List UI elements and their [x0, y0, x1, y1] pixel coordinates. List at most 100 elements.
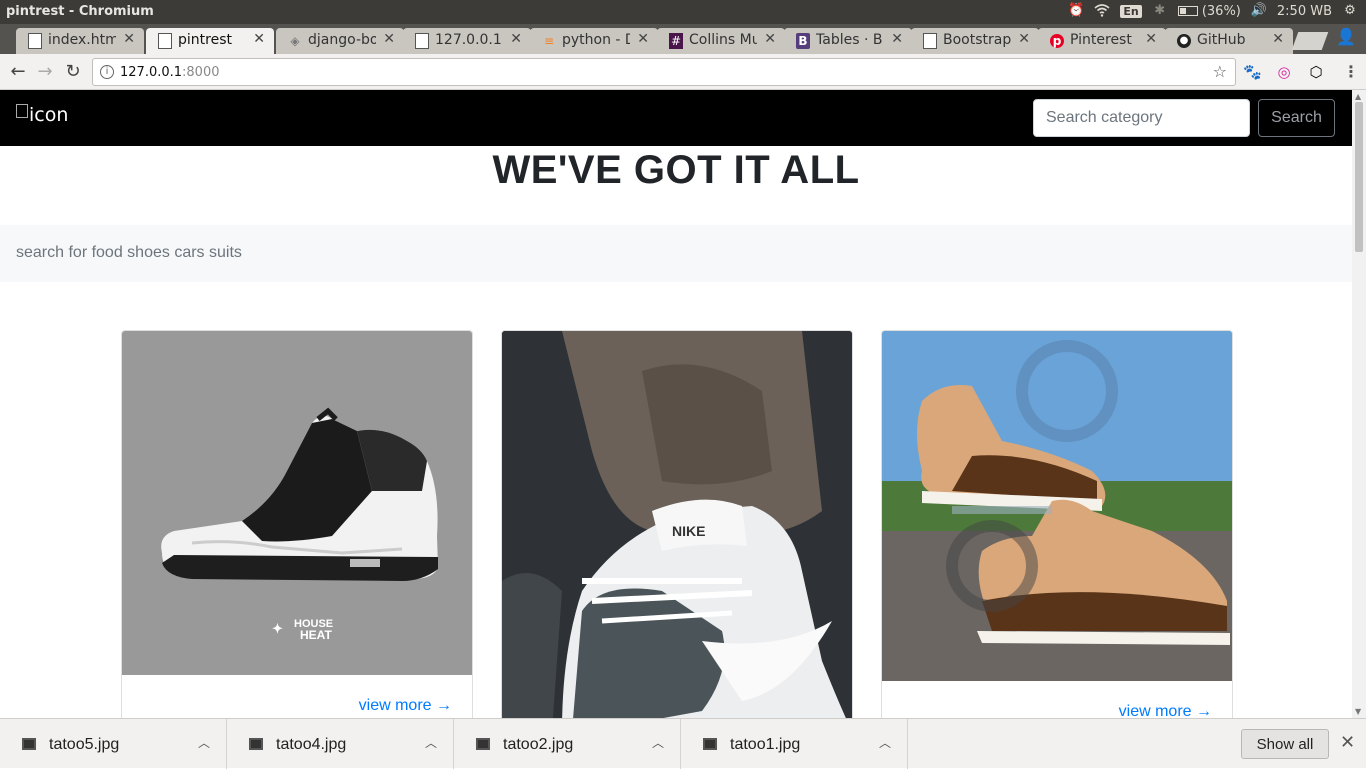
close-icon[interactable]: ✕: [1145, 31, 1157, 47]
extension-paw-icon[interactable]: 🐾: [1243, 63, 1262, 81]
profile-icon[interactable]: 👤: [1336, 27, 1356, 46]
tab-label: Collins Mu: [689, 32, 757, 48]
download-filename: tatoo4.jpg: [276, 736, 347, 753]
chevron-up-icon[interactable]: ︿: [879, 734, 891, 751]
tab-label: Bootstrap: [943, 32, 1011, 48]
tab-collins[interactable]: # Collins Mu ✕: [657, 28, 785, 54]
image-file-icon: [249, 738, 263, 750]
reload-icon[interactable]: ↻: [62, 61, 84, 83]
white-black-sneaker-image[interactable]: ✦ HOUSE HEAT: [122, 331, 472, 675]
svg-text:HEAT: HEAT: [300, 628, 332, 642]
chevron-up-icon[interactable]: ︿: [198, 734, 210, 751]
scroll-up-arrow-icon[interactable]: ▲: [1355, 92, 1361, 101]
tab-label: python - D: [562, 32, 630, 48]
file-icon: [28, 33, 42, 49]
close-icon[interactable]: ✕: [1340, 732, 1355, 753]
product-card: NIKE: [501, 330, 853, 718]
show-all-downloads-button[interactable]: Show all: [1241, 729, 1329, 759]
close-icon[interactable]: ✕: [891, 31, 903, 47]
tab-label: 127.0.0.1: [435, 32, 502, 48]
stackoverflow-icon: ≡: [543, 34, 555, 48]
download-item[interactable]: tatoo4.jpg ︿: [227, 719, 454, 769]
brand-logo[interactable]: icon: [16, 104, 68, 126]
tab-bootstrap[interactable]: Bootstrap ✕: [911, 28, 1039, 54]
close-icon[interactable]: ✕: [1272, 31, 1284, 47]
product-card: ✦ HOUSE HEAT view more →: [121, 330, 473, 718]
image-file-icon: [22, 738, 36, 750]
clock[interactable]: 2:50 WB: [1277, 4, 1332, 19]
bootstrap-icon: B: [796, 33, 810, 49]
tab-label: GitHub: [1197, 32, 1246, 48]
wifi-icon[interactable]: [1094, 3, 1110, 19]
tab-pintrest[interactable]: pintrest ✕: [146, 28, 274, 54]
back-arrow-icon[interactable]: ←: [7, 61, 29, 83]
svg-text:✦: ✦: [272, 621, 283, 636]
close-icon[interactable]: ✕: [253, 31, 265, 47]
tagline-banner: search for food shoes cars suits: [0, 225, 1352, 282]
volume-icon[interactable]: 🔊: [1251, 3, 1267, 19]
tab-label: Pinterest: [1070, 32, 1132, 48]
window-title: pintrest - Chromium: [6, 4, 154, 19]
cube-icon: ◈: [290, 34, 300, 48]
url-text[interactable]: 127.0.0.1:8000: [120, 65, 220, 80]
close-icon[interactable]: ✕: [123, 31, 135, 47]
os-top-bar: pintrest - Chromium ⏰ En ✱ (36%) 🔊 2:50 …: [0, 0, 1366, 24]
download-item[interactable]: tatoo5.jpg ︿: [0, 719, 227, 769]
view-more-link[interactable]: view more →: [359, 697, 452, 715]
search-button[interactable]: Search: [1258, 99, 1335, 137]
info-icon[interactable]: i: [100, 65, 114, 79]
url-host: 127.0.0.1: [120, 65, 183, 80]
tab-index[interactable]: index.htm ✕: [16, 28, 144, 54]
tab-python-stackoverflow[interactable]: ≡ python - D ✕: [530, 28, 658, 54]
extension-cube-icon[interactable]: ⬡: [1307, 63, 1325, 81]
svg-text:NIKE: NIKE: [672, 523, 705, 539]
tab-label: django-bo: [308, 32, 376, 48]
close-icon[interactable]: ✕: [637, 31, 649, 47]
chevron-up-icon[interactable]: ︿: [652, 734, 664, 751]
download-item[interactable]: tatoo1.jpg ︿: [681, 719, 908, 769]
close-icon[interactable]: ✕: [510, 31, 522, 47]
view-more-link[interactable]: view more →: [1119, 703, 1212, 718]
new-tab-button[interactable]: [1291, 32, 1329, 50]
file-icon: [158, 33, 172, 49]
scroll-down-arrow-icon[interactable]: ▼: [1355, 707, 1361, 716]
browser-toolbar: ← → ↻ i 127.0.0.1:8000 ☆ 🐾 ◎ ⬡ ⋮: [0, 54, 1366, 90]
battery-indicator[interactable]: (36%): [1177, 4, 1241, 19]
bookmark-star-icon[interactable]: ☆: [1213, 62, 1227, 81]
tab-label: index.htm: [48, 32, 116, 48]
broken-image-icon: [16, 104, 28, 118]
tab-label: Tables · B: [816, 32, 883, 48]
site-navbar: icon Search: [0, 90, 1352, 146]
tab-bootstrap-tables[interactable]: B Tables · B ✕: [784, 28, 912, 54]
settings-gear-icon[interactable]: ⚙: [1342, 3, 1358, 19]
brand-alt-text: icon: [29, 104, 69, 126]
pinterest-icon: p: [1050, 34, 1064, 48]
tab-django-bootstrap[interactable]: ◈ django-bo ✕: [276, 28, 404, 54]
product-card: view more →: [881, 330, 1233, 718]
nike-sneaker-closeup-image[interactable]: NIKE: [502, 331, 852, 718]
close-icon[interactable]: ✕: [764, 31, 776, 47]
download-filename: tatoo1.jpg: [730, 736, 801, 753]
tab-localhost[interactable]: 127.0.0.1 ✕: [403, 28, 531, 54]
chevron-up-icon[interactable]: ︿: [425, 734, 437, 751]
extension-camera-icon[interactable]: ◎: [1275, 63, 1293, 81]
page-viewport: icon Search WE'VE GOT IT ALL search for …: [0, 90, 1352, 718]
tan-sneakers-pair-image[interactable]: [882, 331, 1232, 681]
download-item[interactable]: tatoo2.jpg ︿: [454, 719, 681, 769]
keyboard-language-indicator[interactable]: En: [1120, 4, 1142, 18]
forward-arrow-icon[interactable]: →: [34, 61, 56, 83]
downloads-bar: tatoo5.jpg ︿ tatoo4.jpg ︿ tatoo2.jpg ︿ t…: [0, 718, 1366, 769]
page-scrollbar[interactable]: ▲ ▼: [1352, 90, 1366, 718]
alarm-clock-icon[interactable]: ⏰: [1068, 3, 1084, 19]
category-search-input[interactable]: [1033, 99, 1250, 137]
scrollbar-thumb[interactable]: [1355, 102, 1363, 252]
close-icon[interactable]: ✕: [383, 31, 395, 47]
browser-menu-icon[interactable]: ⋮: [1343, 62, 1359, 81]
github-icon: ●: [1177, 34, 1191, 48]
tab-github[interactable]: ● GitHub ✕: [1165, 28, 1293, 54]
address-bar[interactable]: i 127.0.0.1:8000 ☆: [92, 58, 1236, 86]
bluetooth-icon[interactable]: ✱: [1152, 3, 1168, 19]
tab-pinterest[interactable]: p Pinterest ✕: [1038, 28, 1166, 54]
tagline-text: search for food shoes cars suits: [16, 244, 242, 261]
close-icon[interactable]: ✕: [1018, 31, 1030, 47]
